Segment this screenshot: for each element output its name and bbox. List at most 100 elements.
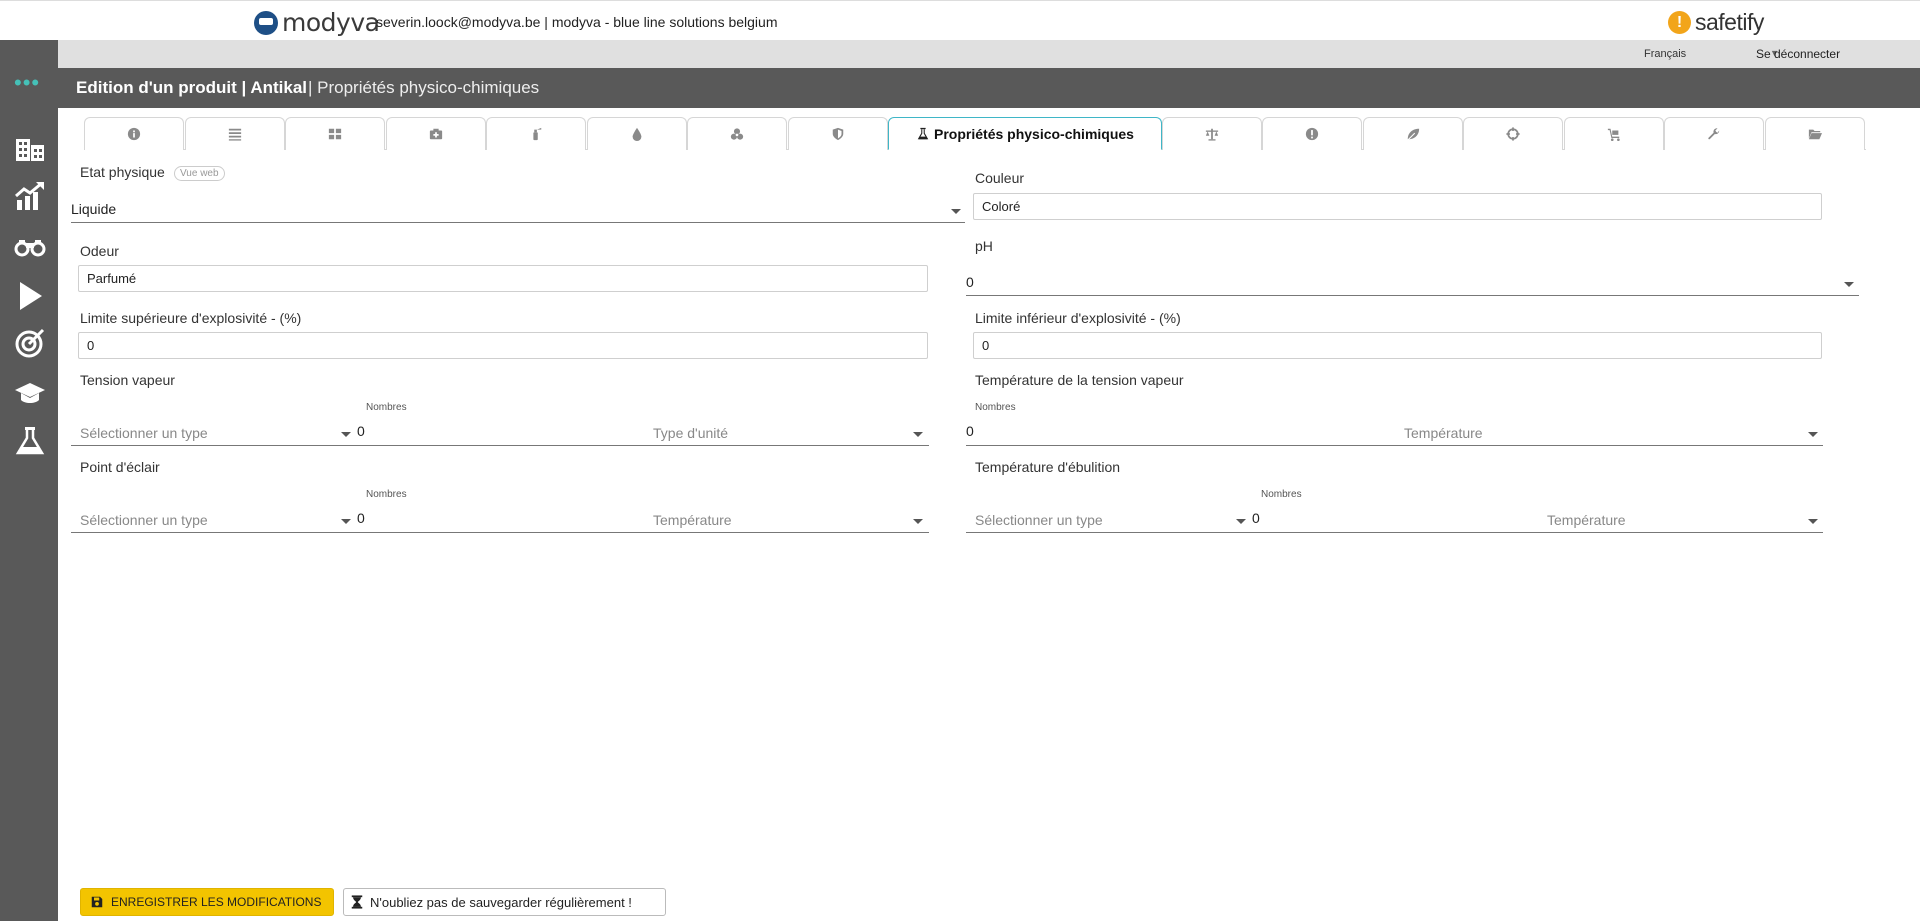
- temp-tension-vapeur-nombres-label: Nombres: [975, 402, 1016, 413]
- ph-label: pH: [975, 238, 993, 254]
- tab-protection[interactable]: [788, 117, 888, 150]
- tab-documents[interactable]: [1765, 117, 1865, 150]
- tension-vapeur-nombres-label: Nombres: [366, 402, 407, 413]
- chevron-down-icon: [1844, 282, 1854, 287]
- tension-vapeur-number[interactable]: 0: [357, 423, 365, 439]
- tab-disposal[interactable]: [1463, 117, 1563, 150]
- binoculars-icon[interactable]: [14, 230, 46, 262]
- temp-tension-vapeur-number[interactable]: 0: [966, 423, 974, 439]
- tab-biohazard[interactable]: [687, 117, 787, 150]
- floppy-disk-icon: [91, 896, 103, 908]
- lse-label: Limite supérieure d'explosivité - (%): [80, 310, 302, 326]
- tab-ecology[interactable]: [1363, 117, 1463, 150]
- graduation-cap-icon[interactable]: [14, 377, 46, 409]
- first-aid-icon: [429, 128, 443, 140]
- vue-web-badge[interactable]: Vue web: [174, 166, 225, 181]
- tab-grid[interactable]: [285, 117, 385, 150]
- point-eclair-unit-select[interactable]: Température: [653, 512, 732, 528]
- etat-physique-select[interactable]: Liquide: [71, 197, 965, 223]
- chevron-down-icon[interactable]: [1808, 519, 1818, 524]
- save-button-label: ENREGISTRER LES MODIFICATIONS: [111, 895, 322, 909]
- flask-icon: [917, 127, 929, 139]
- save-reminder: N'oubliez pas de sauvegarder régulièreme…: [343, 888, 666, 916]
- grid-icon: [328, 128, 342, 140]
- ph-select[interactable]: 0: [966, 270, 1859, 296]
- chevron-down-icon[interactable]: [913, 432, 923, 437]
- chevron-down-icon[interactable]: [341, 519, 351, 524]
- chevron-down-icon[interactable]: [341, 432, 351, 437]
- couleur-field[interactable]: [973, 193, 1822, 220]
- extinguisher-icon: [533, 127, 542, 141]
- point-eclair-row: Sélectionner un type 0 Température: [71, 507, 929, 533]
- save-button[interactable]: ENREGISTRER LES MODIFICATIONS: [80, 888, 334, 916]
- tension-vapeur-row: Sélectionner un type 0 Type d'unité: [71, 420, 929, 446]
- tab-first-aid[interactable]: [386, 117, 486, 150]
- tab-spill[interactable]: [587, 117, 687, 150]
- odeur-field[interactable]: [78, 265, 928, 292]
- wrench-icon: [1708, 128, 1720, 140]
- tab-physico-chemical[interactable]: Propriétés physico-chimiques: [888, 117, 1162, 150]
- tab-fire[interactable]: [486, 117, 586, 150]
- folder-icon: [1808, 129, 1822, 140]
- point-eclair-number[interactable]: 0: [357, 510, 365, 526]
- safetify-logo: ! safetify: [1668, 9, 1764, 36]
- temp-tension-vapeur-unit-select[interactable]: Température: [1404, 425, 1483, 441]
- tab-composition[interactable]: [185, 117, 285, 150]
- point-eclair-label: Point d'éclair: [80, 459, 160, 475]
- chart-growth-icon[interactable]: [14, 180, 46, 212]
- chevron-down-icon[interactable]: [913, 519, 923, 524]
- modyva-logo-icon: [254, 10, 278, 35]
- sub-header: Français ▼ Se déconnecter: [58, 40, 1920, 68]
- lse-field[interactable]: [78, 332, 928, 359]
- page-title: Edition d'un produit | Antikal: [76, 78, 308, 97]
- couleur-label: Couleur: [975, 170, 1025, 186]
- save-reminder-text: N'oubliez pas de sauvegarder régulièreme…: [370, 894, 632, 910]
- info-icon: [127, 127, 141, 141]
- ph-value: 0: [966, 274, 974, 290]
- drop-icon: [632, 127, 642, 141]
- temp-tension-vapeur-row: 0 Température: [966, 420, 1823, 446]
- crosshair-icon: [1506, 127, 1520, 141]
- lie-label: Limite inférieur d'explosivité - (%): [975, 310, 1181, 326]
- safetify-name: safetify: [1695, 9, 1764, 35]
- cart-icon: [1607, 128, 1620, 141]
- temp-ebullition-number[interactable]: 0: [1252, 510, 1260, 526]
- brand-name: modyva: [282, 8, 380, 37]
- flask-icon[interactable]: [14, 425, 46, 457]
- temp-ebullition-unit-select[interactable]: Température: [1547, 512, 1626, 528]
- list-icon: [228, 128, 242, 141]
- chevron-down-icon[interactable]: [1808, 432, 1818, 437]
- tab-info[interactable]: [84, 117, 184, 150]
- top-header: modyva severin.loock@modyva.be | modyva …: [0, 0, 1920, 40]
- chevron-down-icon: [951, 209, 961, 214]
- play-icon[interactable]: [14, 280, 46, 312]
- warning-icon: [1305, 127, 1319, 141]
- more-dots-icon[interactable]: •••: [14, 72, 40, 94]
- temp-ebullition-label: Température d'ébulition: [975, 459, 1121, 475]
- tab-regulations[interactable]: [1664, 117, 1764, 150]
- tension-vapeur-type-select[interactable]: Sélectionner un type: [80, 425, 208, 441]
- modyva-logo[interactable]: modyva: [254, 8, 380, 37]
- temp-ebullition-type-select[interactable]: Sélectionner un type: [975, 512, 1103, 528]
- tension-vapeur-label: Tension vapeur: [80, 372, 175, 388]
- hourglass-icon: [351, 895, 363, 909]
- odeur-label: Odeur: [80, 243, 119, 259]
- page-section: | Propriétés physico-chimiques: [308, 78, 540, 97]
- lie-field[interactable]: [973, 332, 1822, 359]
- tab-active-label: Propriétés physico-chimiques: [934, 125, 1134, 142]
- tension-vapeur-unit-select[interactable]: Type d'unité: [653, 425, 728, 441]
- logout-link[interactable]: Se déconnecter: [1756, 47, 1840, 61]
- etat-physique-value: Liquide: [71, 201, 117, 217]
- chevron-down-icon[interactable]: [1236, 519, 1246, 524]
- tab-transport[interactable]: [1564, 117, 1664, 150]
- language-select[interactable]: Français: [1644, 48, 1686, 60]
- left-sidebar: •••: [0, 40, 58, 921]
- temp-ebullition-nombres-label: Nombres: [1261, 489, 1302, 500]
- tab-stability[interactable]: [1162, 117, 1262, 150]
- tab-toxicology[interactable]: [1262, 117, 1362, 150]
- point-eclair-type-select[interactable]: Sélectionner un type: [80, 512, 208, 528]
- buildings-icon[interactable]: [14, 133, 46, 165]
- leaf-icon: [1407, 128, 1420, 141]
- target-icon[interactable]: [14, 327, 46, 359]
- user-info: severin.loock@modyva.be | modyva - blue …: [376, 14, 778, 30]
